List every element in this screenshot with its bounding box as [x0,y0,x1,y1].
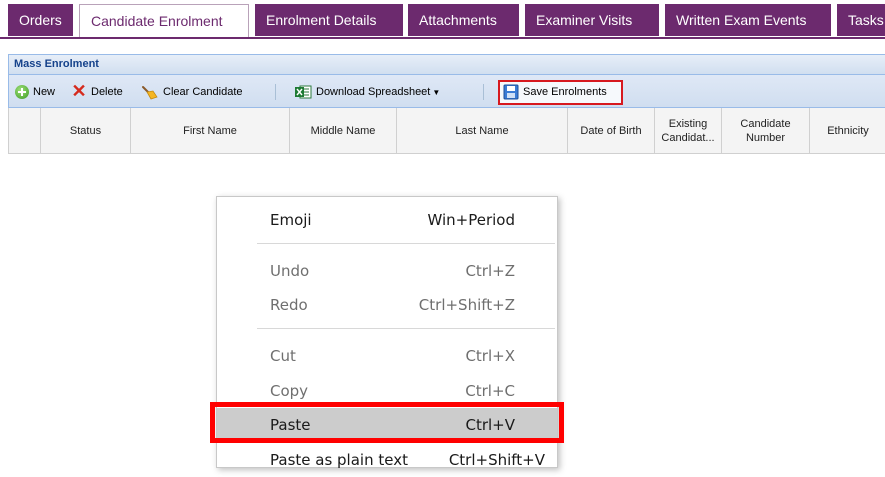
panel-header: Mass Enrolment [8,54,885,75]
menu-item-undo[interactable]: Undo Ctrl+Z [217,254,557,288]
toolbar-separator [483,84,484,100]
grid-header: Status First Name Middle Name Last Name … [8,108,885,154]
chevron-down-icon: ▼ [432,87,441,97]
add-icon [15,85,29,99]
menu-item-paste-plain-text[interactable]: Paste as plain text Ctrl+Shift+V [217,443,557,477]
save-enrolments-button[interactable]: Save Enrolments [503,82,607,102]
column-header-middle-name[interactable]: Middle Name [290,108,397,153]
column-header-existing-candidate[interactable]: Existing Candidat... [655,108,722,153]
menu-item-label: Redo [270,296,308,314]
tab-attachments[interactable]: Attachments [408,4,519,36]
tab-candidate-enrolment[interactable]: Candidate Enrolment [79,4,249,38]
tab-examiner-visits[interactable]: Examiner Visits [525,4,659,36]
menu-item-emoji[interactable]: Emoji Win+Period [217,203,557,237]
new-button[interactable]: New [15,82,55,102]
excel-icon [295,85,312,99]
menu-item-label: Undo [270,262,310,280]
tab-enrolment-details[interactable]: Enrolment Details [255,4,403,36]
menu-item-shortcut: Ctrl+C [465,382,515,400]
download-spreadsheet-button[interactable]: Download Spreadsheet ▼ [294,82,440,102]
menu-item-shortcut: Ctrl+Z [465,262,515,280]
toolbar-separator [275,84,276,100]
save-disk-icon [503,84,519,100]
tab-orders[interactable]: Orders [8,4,73,36]
menu-item-shortcut: Win+Period [427,211,515,229]
column-header-date-of-birth[interactable]: Date of Birth [568,108,655,153]
menu-item-label: Cut [270,347,296,365]
download-spreadsheet-label: Download Spreadsheet [316,86,431,98]
menu-item-shortcut: Ctrl+Shift+V [448,451,545,469]
menu-separator [257,328,555,329]
menu-item-label: Emoji [270,211,312,229]
menu-item-label: Copy [270,382,309,400]
column-header-status[interactable]: Status [41,108,131,153]
column-header-candidate-number[interactable]: Candidate Number [722,108,810,153]
delete-x-icon: ✕ [71,81,87,101]
clear-candidate-button[interactable]: Clear Candidate [141,82,243,102]
menu-item-redo[interactable]: Redo Ctrl+Shift+Z [217,288,557,322]
menu-item-cut[interactable]: Cut Ctrl+X [217,339,557,373]
column-header-last-name[interactable]: Last Name [397,108,568,153]
tab-written-exam-events[interactable]: Written Exam Events [665,4,831,36]
menu-item-label: Paste as plain text [270,451,408,469]
tab-tasks[interactable]: Tasks [837,4,885,36]
save-enrolments-label: Save Enrolments [523,86,607,98]
tab-underline [0,37,885,39]
menu-item-shortcut: Ctrl+X [465,347,515,365]
new-button-label: New [33,86,56,98]
delete-button[interactable]: ✕ Delete [71,81,123,102]
clear-candidate-label: Clear Candidate [163,86,243,98]
panel-title: Mass Enrolment [14,58,99,70]
broom-icon [142,86,158,100]
column-header-first-name[interactable]: First Name [131,108,290,153]
column-header-rownumber [9,108,41,153]
toolbar: New ✕ Delete Clear Candidate Download Sp… [8,75,885,108]
delete-button-label: Delete [91,86,123,98]
paste-highlight-box [210,402,564,443]
column-header-ethnicity[interactable]: Ethnicity [810,108,885,153]
menu-item-shortcut: Ctrl+Shift+Z [418,296,515,314]
tab-bar: Orders Candidate Enrolment Enrolment Det… [0,0,885,42]
menu-separator [257,243,555,244]
